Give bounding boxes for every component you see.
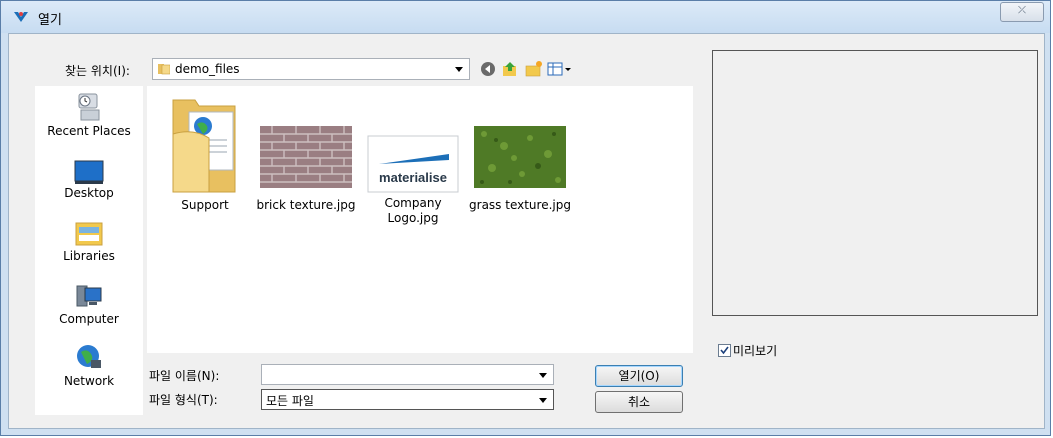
open-button[interactable]: 열기(O) [595, 365, 683, 387]
place-label: Network [63, 374, 115, 388]
file-type-value: 모든 파일 [266, 394, 314, 408]
file-item-brick-texture[interactable]: brick texture.jpg [251, 94, 361, 212]
folder-icon [158, 64, 170, 75]
places-bar: Recent Places Desktop Libraries Computer [35, 86, 143, 415]
chevron-down-icon[interactable] [455, 67, 463, 72]
place-computer[interactable]: Computer [35, 282, 143, 326]
brick-texture-thumbnail [260, 126, 352, 188]
preview-pane [712, 50, 1038, 316]
file-item-company-logo[interactable]: materialise Company Logo.jpg [358, 94, 468, 226]
app-icon [14, 12, 28, 22]
place-recent-places[interactable]: Recent Places [35, 92, 143, 138]
file-name: Company Logo.jpg [384, 196, 442, 225]
look-in-value: demo_files [175, 62, 240, 76]
file-name-label: 파일 이름(N): [149, 369, 220, 383]
cancel-button[interactable]: 취소 [595, 391, 683, 413]
close-button[interactable]: ⤫ [1000, 2, 1044, 22]
logo-text: materialise [379, 170, 447, 185]
file-name: Support [181, 198, 229, 212]
up-folder-icon[interactable] [501, 60, 519, 78]
title-bar[interactable]: 열기 ⤫ [1, 1, 1050, 33]
look-in-label: 찾는 위치(I): [65, 64, 130, 78]
place-label: Desktop [64, 186, 114, 200]
close-icon: ⤫ [1018, 5, 1026, 16]
file-type-label: 파일 형식(T): [149, 393, 218, 407]
file-type-select[interactable]: 모든 파일 [261, 389, 554, 410]
look-in-combo[interactable]: demo_files [152, 58, 470, 80]
preview-checkbox[interactable] [718, 344, 731, 357]
chevron-down-icon[interactable] [539, 373, 547, 378]
new-folder-icon[interactable] [525, 60, 543, 78]
network-icon [77, 345, 101, 368]
place-desktop[interactable]: Desktop [35, 158, 143, 200]
back-icon[interactable] [479, 60, 497, 78]
place-label: Computer [59, 312, 119, 326]
file-list-view[interactable]: Support brick texture.jpg materialise Co… [147, 86, 693, 353]
folder-icon [172, 99, 236, 193]
place-label: Libraries [63, 249, 115, 263]
preview-label: 미리보기 [733, 344, 778, 358]
chevron-down-icon[interactable] [539, 398, 547, 403]
dialog-body: 찾는 위치(I): demo_files Recent Places Deskt… [8, 33, 1045, 429]
checkmark-icon [720, 346, 729, 355]
view-menu-icon[interactable] [547, 60, 573, 78]
libraries-icon [75, 222, 103, 246]
desktop-icon [74, 160, 104, 184]
computer-icon [76, 285, 102, 307]
grass-texture-thumbnail [474, 126, 566, 188]
company-logo-thumbnail: materialise [367, 135, 459, 193]
file-name-input[interactable] [261, 364, 554, 385]
place-libraries[interactable]: Libraries [35, 219, 143, 263]
window-title: 열기 [38, 13, 62, 28]
file-name: brick texture.jpg [256, 198, 356, 212]
place-network[interactable]: Network [35, 342, 143, 388]
file-item-support[interactable]: Support [150, 94, 260, 212]
file-item-grass-texture[interactable]: grass texture.jpg [465, 94, 575, 212]
open-file-dialog: 열기 ⤫ 찾는 위치(I): demo_files Recent Places … [0, 0, 1051, 436]
place-label: Recent Places [47, 124, 131, 138]
file-name: grass texture.jpg [469, 198, 571, 212]
recent-places-icon [78, 93, 100, 121]
